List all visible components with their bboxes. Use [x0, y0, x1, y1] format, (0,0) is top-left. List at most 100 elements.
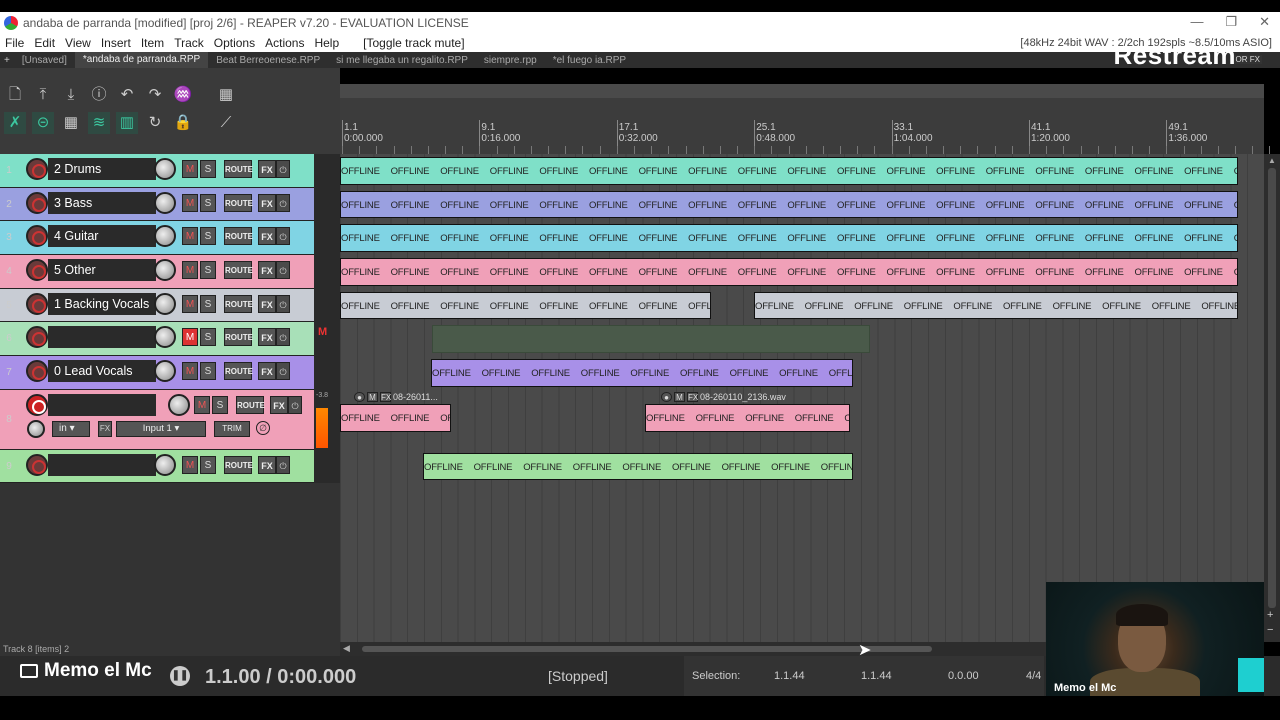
- menu-item[interactable]: Item: [136, 36, 169, 50]
- track-2[interactable]: 2 3 Bass M S ROUTE FX ⏻: [0, 188, 314, 221]
- record-arm-button[interactable]: [26, 225, 48, 247]
- track-1[interactable]: 1 2 Drums M S ROUTE FX ⏻: [0, 154, 314, 188]
- fx-button[interactable]: FX: [258, 261, 276, 279]
- track-name[interactable]: 1 Backing Vocals: [48, 293, 156, 315]
- record-arm-button[interactable]: [26, 360, 48, 382]
- grid-view-icon[interactable]: ▦: [215, 84, 237, 106]
- solo-button[interactable]: S: [200, 362, 216, 380]
- track-7[interactable]: 7 0 Lead Vocals M S ROUTE FX ⏻: [0, 356, 314, 390]
- fx-bypass-icon[interactable]: ⏻: [276, 160, 290, 178]
- route-button[interactable]: ROUTE: [224, 194, 253, 212]
- fx-button[interactable]: FX: [270, 396, 288, 414]
- fx-button[interactable]: FX: [258, 227, 276, 245]
- solo-button[interactable]: S: [200, 194, 216, 212]
- mute-button[interactable]: M: [182, 194, 198, 212]
- scroll-left-icon[interactable]: ◀: [343, 643, 350, 654]
- volume-knob[interactable]: [154, 360, 176, 382]
- volume-knob[interactable]: [154, 454, 176, 476]
- track-name[interactable]: 5 Other: [48, 259, 156, 281]
- track-name[interactable]: 3 Bass: [48, 192, 156, 214]
- item-fx-button[interactable]: FX: [687, 392, 698, 402]
- selection-start[interactable]: 1.1.44: [774, 670, 805, 682]
- fx-bypass-icon[interactable]: ⏻: [276, 261, 290, 279]
- tab-andaba-de-parranda[interactable]: *andaba de parranda.RPP: [74, 52, 209, 68]
- media-item[interactable]: OFFLINE OFFLINE OFFLINE OFFLINE OFFLINE OFFLI…: [340, 157, 1238, 185]
- trim-button[interactable]: TRIM: [214, 421, 250, 437]
- envelope-tool-icon[interactable]: ⟋: [215, 112, 237, 134]
- vertical-scrollbar[interactable]: ▲ + −: [1264, 154, 1280, 642]
- tab-el-fuego-ia[interactable]: *el fuego ia.RPP: [545, 55, 634, 66]
- record-arm-button[interactable]: [26, 293, 48, 315]
- track-9[interactable]: 9 M S ROUTE FX ⏻: [0, 450, 314, 483]
- track-6[interactable]: 6 M S ROUTE FX ⏻: [0, 322, 314, 356]
- item-lock-icon[interactable]: ●: [661, 392, 672, 402]
- fx-bypass-icon[interactable]: ⏻: [276, 194, 290, 212]
- mute-button[interactable]: M: [182, 328, 198, 346]
- snap-grid-icon[interactable]: ▦: [60, 112, 82, 134]
- input-select[interactable]: Input 1 ▾: [116, 421, 206, 437]
- auto-crossfade-icon[interactable]: ≋: [88, 112, 110, 134]
- solo-button[interactable]: S: [200, 295, 216, 313]
- fx-button[interactable]: FX: [258, 295, 276, 313]
- ruler-region-lane[interactable]: [340, 84, 1264, 98]
- record-arm-button[interactable]: [26, 192, 48, 214]
- menu-options[interactable]: Options: [209, 36, 260, 50]
- track-name[interactable]: 0 Lead Vocals: [48, 360, 156, 382]
- media-item[interactable]: OFFLINE OFFLINE OFFLINE OFFLINE OFFLINE OFFLI…: [340, 191, 1238, 218]
- fx-bypass-icon[interactable]: ⏻: [276, 456, 290, 474]
- track-name[interactable]: [48, 326, 156, 348]
- media-item[interactable]: OFFLINE OFFLINE OFFLINE OFFLINE OFFLINE: [645, 404, 850, 432]
- mute-button[interactable]: M: [182, 456, 198, 474]
- solo-button[interactable]: S: [200, 227, 216, 245]
- scroll-up-icon[interactable]: ▲: [1268, 156, 1276, 165]
- item-header[interactable]: ● M FX 08-260110_2136.wav: [661, 392, 786, 402]
- track-3[interactable]: 3 4 Guitar M S ROUTE FX ⏻: [0, 221, 314, 255]
- menu-insert[interactable]: Insert: [96, 36, 136, 50]
- route-button[interactable]: ROUTE: [224, 362, 253, 380]
- track-4[interactable]: 4 5 Other M S ROUTE FX ⏻: [0, 255, 314, 289]
- record-arm-button[interactable]: [26, 326, 48, 348]
- solo-button[interactable]: S: [200, 328, 216, 346]
- volume-knob[interactable]: [154, 192, 176, 214]
- track-5[interactable]: 5 1 Backing Vocals M S ROUTE FX ⏻: [0, 289, 314, 322]
- tab-si-me-llegaba[interactable]: si me llegaba un regalito.RPP: [328, 55, 476, 66]
- volume-knob[interactable]: [154, 293, 176, 315]
- menu-track[interactable]: Track: [169, 36, 209, 50]
- media-item[interactable]: OFFLINE OFFLINE OFFLINE OFFLINE OFFLINE OFFLI…: [754, 292, 1238, 319]
- route-button[interactable]: ROUTE: [224, 227, 253, 245]
- fx-bypass-icon[interactable]: ⏻: [276, 227, 290, 245]
- tab-beat-berreoenese[interactable]: Beat Berreoenese.RPP: [208, 55, 328, 66]
- fx-button[interactable]: FX: [258, 456, 276, 474]
- route-button[interactable]: ROUTE: [224, 295, 253, 313]
- menu-actions[interactable]: Actions: [260, 36, 309, 50]
- track-name[interactable]: 4 Guitar: [48, 225, 156, 247]
- media-item[interactable]: OFFLINE OFFLINE OFFLINE OFFLINE OFFLINE OFFLI…: [431, 359, 853, 387]
- fx-bypass-icon[interactable]: ⏻: [276, 295, 290, 313]
- volume-knob[interactable]: [154, 259, 176, 281]
- vertical-scroll-thumb[interactable]: [1268, 168, 1276, 608]
- fx-button[interactable]: FX: [258, 160, 276, 178]
- menu-view[interactable]: View: [60, 36, 96, 50]
- save-project-icon[interactable]: ⤓: [60, 84, 82, 106]
- media-item[interactable]: OFFLINE OFFLINE OFFLINE OFFLINE OFFLINE OFFLI…: [340, 292, 711, 319]
- pause-button[interactable]: ❚❚: [170, 666, 190, 686]
- solo-button[interactable]: S: [200, 456, 216, 474]
- redo-icon[interactable]: ↷: [144, 84, 166, 106]
- tab-add-icon[interactable]: +: [0, 55, 14, 66]
- volume-knob[interactable]: [154, 326, 176, 348]
- new-project-icon[interactable]: 🗋: [4, 84, 26, 106]
- mute-button[interactable]: M: [182, 362, 198, 380]
- close-icon[interactable]: ✕: [1259, 14, 1270, 30]
- ripple-edit-icon[interactable]: ✗: [4, 112, 26, 134]
- route-button[interactable]: ROUTE: [224, 261, 253, 279]
- track-name[interactable]: [48, 454, 156, 476]
- snap-toggle-icon[interactable]: ▥: [116, 112, 138, 134]
- loop-icon[interactable]: ↻: [144, 112, 166, 134]
- phase-icon[interactable]: ∅: [256, 421, 270, 435]
- fx-bypass-icon[interactable]: ⏻: [288, 396, 302, 414]
- empty-item-slot[interactable]: [432, 325, 870, 353]
- mute-button[interactable]: M: [194, 396, 210, 414]
- selection-end[interactable]: 1.1.44: [861, 670, 892, 682]
- track-name[interactable]: [48, 394, 156, 416]
- route-button[interactable]: ROUTE: [224, 160, 253, 178]
